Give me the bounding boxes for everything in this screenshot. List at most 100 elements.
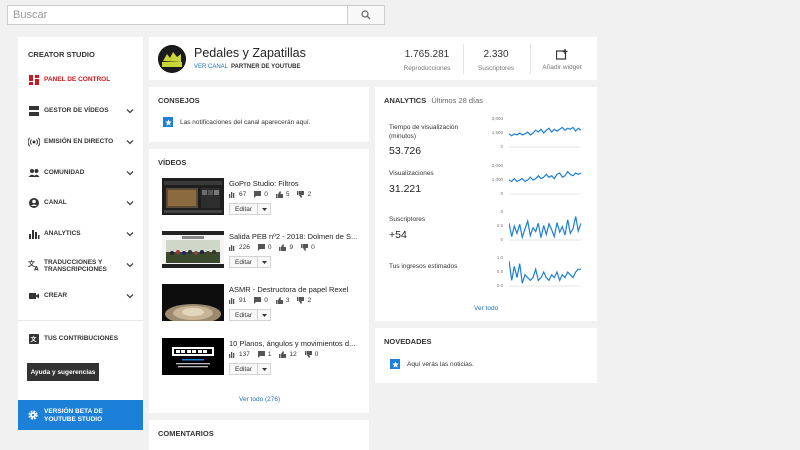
sidebar-item-channel[interactable]: CANAL bbox=[18, 196, 143, 210]
sidebar-item-dashboard[interactable]: PANEL DE CONTROL bbox=[18, 73, 143, 87]
comments-title: COMENTARIOS bbox=[158, 429, 214, 438]
view-channel-link[interactable]: VER CANAL bbox=[194, 64, 228, 70]
video-stats: 67 0 5 2 bbox=[229, 191, 311, 198]
views-value: 1.765.281 bbox=[404, 49, 450, 60]
edit-button[interactable]: Editar bbox=[229, 256, 258, 268]
search-input[interactable] bbox=[7, 5, 347, 25]
star-icon bbox=[390, 359, 400, 369]
add-widget-icon bbox=[556, 49, 568, 60]
sparkline-tick-label: 0 bbox=[500, 144, 503, 149]
chevron-down-icon bbox=[126, 201, 134, 206]
video-title[interactable]: 10 Planos, ángulos y movimientos d... bbox=[229, 339, 355, 348]
comments-card: COMENTARIOS bbox=[149, 420, 369, 450]
video-item: ASMR - Destructora de papel Rexel 91 0 3… bbox=[162, 284, 372, 324]
sidebar-item-label: TUS CONTRIBUCIONES bbox=[44, 335, 119, 343]
sparkline-series bbox=[509, 170, 581, 183]
tip-text: Las notificaciones del canal aparecerán … bbox=[180, 118, 311, 126]
svg-text:A: A bbox=[34, 266, 39, 272]
video-thumbnail[interactable] bbox=[162, 338, 224, 375]
edit-group: Editar bbox=[229, 309, 271, 321]
news-text: Aquí verás las noticias. bbox=[407, 360, 474, 368]
thumbs-up-icon bbox=[279, 244, 287, 251]
sparkline-tick-label: 1,500 bbox=[491, 130, 503, 135]
edit-menu-button[interactable] bbox=[258, 203, 271, 215]
sparkline-tick-label: 0.0 bbox=[496, 283, 503, 288]
sidebar-item-label: EMISIÓN EN DIRECTO bbox=[44, 138, 114, 146]
sparkline-tick-label: 0 bbox=[500, 191, 503, 196]
video-title[interactable]: ASMR - Destructora de papel Rexel bbox=[229, 285, 348, 294]
news-title: NOVEDADES bbox=[384, 337, 432, 346]
sidebar-item-create[interactable]: CREAR bbox=[18, 289, 143, 303]
video-title[interactable]: Salida PEB nº2 - 2018: Dolmen de S... bbox=[229, 232, 357, 241]
views-icon bbox=[229, 352, 235, 358]
sidebar-title: CREATOR STUDIO bbox=[28, 50, 95, 59]
analytics-view-all-link[interactable]: Ver todo bbox=[474, 305, 498, 312]
chevron-down-icon bbox=[126, 171, 134, 176]
edit-button[interactable]: Editar bbox=[229, 309, 258, 321]
comment-icon bbox=[254, 297, 262, 304]
channel-header: Pedales y Zapatillas VER CANAL PARTNER D… bbox=[149, 37, 597, 80]
sidebar-item-contributions[interactable]: 文 TUS CONTRIBUCIONES bbox=[18, 332, 143, 346]
views-icon bbox=[229, 245, 235, 251]
add-widget-button[interactable]: Añadir widget bbox=[532, 49, 592, 71]
sparkline-tick-label: 2.5 bbox=[496, 223, 503, 228]
channel-logo-icon bbox=[158, 45, 186, 73]
video-item: Salida PEB nº2 - 2018: Dolmen de S... 22… bbox=[162, 231, 372, 271]
sidebar-item-community[interactable]: COMUNIDAD bbox=[18, 166, 143, 180]
comment-icon bbox=[257, 351, 265, 358]
thumbs-up-icon bbox=[279, 351, 287, 358]
search-button[interactable] bbox=[347, 5, 385, 25]
add-widget-label: Añadir widget bbox=[542, 64, 582, 71]
sparkline-tick-label: 0 bbox=[500, 237, 503, 242]
edit-menu-button[interactable] bbox=[258, 309, 271, 321]
edit-menu-button[interactable] bbox=[258, 363, 271, 375]
comment-icon bbox=[257, 244, 265, 251]
sidebar-item-translations[interactable]: 文A TRADUCCIONES Y TRANSCRIPCIONES bbox=[18, 258, 143, 274]
sparkline-tick-label: 1,000 bbox=[491, 177, 503, 182]
video-thumbnail[interactable] bbox=[162, 284, 224, 321]
sparkline-chart bbox=[509, 170, 581, 195]
video-stats: 137 1 12 0 bbox=[229, 351, 318, 358]
analytics-period: Últimos 28 días bbox=[431, 96, 484, 105]
sidebar-item-analytics[interactable]: ANALYTICS bbox=[18, 227, 143, 241]
gear-icon bbox=[28, 410, 38, 420]
thumbs-down-icon bbox=[301, 244, 309, 251]
live-icon bbox=[28, 137, 40, 147]
metric-value: 53.726 bbox=[389, 145, 422, 157]
contributions-icon: 文 bbox=[29, 334, 39, 344]
video-title[interactable]: GoPro Studio: Filtros bbox=[229, 179, 299, 188]
studio-beta-button[interactable]: VERSIÓN BETA DE YOUTUBE STUDIO bbox=[18, 400, 143, 430]
videos-view-all-link[interactable]: Ver todo (276) bbox=[239, 396, 280, 403]
video-thumbnail[interactable] bbox=[162, 231, 224, 268]
sidebar-item-live[interactable]: EMISIÓN EN DIRECTO bbox=[18, 135, 143, 149]
sparkline-series bbox=[509, 126, 581, 137]
stat-divider bbox=[463, 44, 464, 74]
sparkline-tick-label: 5 bbox=[500, 209, 503, 214]
tips-title: CONSEJOS bbox=[158, 96, 200, 105]
metric-label: Tus ingresos estimados bbox=[389, 263, 458, 270]
edit-button[interactable]: Editar bbox=[229, 363, 258, 375]
views-icon bbox=[229, 298, 235, 304]
caret-down-icon bbox=[261, 313, 267, 317]
analytics-card: ANALYTICS Últimos 28 días Tiempo de visu… bbox=[375, 87, 597, 321]
help-feedback-button[interactable]: Ayuda y sugerencias bbox=[27, 363, 99, 381]
metric-value: 31.221 bbox=[389, 183, 422, 195]
sparkline-tick-label: 3,000 bbox=[491, 116, 503, 121]
metric-value: +54 bbox=[389, 229, 407, 241]
sparkline-tick-label: 2,000 bbox=[491, 163, 503, 168]
video-thumbnail[interactable] bbox=[162, 178, 224, 215]
video-item: 10 Planos, ángulos y movimientos d... 13… bbox=[162, 338, 372, 378]
sidebar-item-label: TRADUCCIONES Y TRANSCRIPCIONES bbox=[44, 258, 107, 274]
analytics-title: ANALYTICS Últimos 28 días bbox=[384, 96, 484, 105]
views-icon bbox=[229, 192, 235, 198]
channel-name: Pedales y Zapatillas bbox=[194, 46, 306, 60]
sparkline-tick-label: 0.5 bbox=[496, 269, 503, 274]
sparkline-chart bbox=[509, 126, 581, 148]
thumbs-down-icon bbox=[297, 191, 305, 198]
video-stats: 91 0 3 2 bbox=[229, 297, 311, 304]
avatar[interactable] bbox=[158, 45, 186, 73]
edit-group: Editar bbox=[229, 363, 271, 375]
sidebar-item-video-manager[interactable]: GESTOR DE VÍDEOS bbox=[18, 104, 143, 118]
edit-button[interactable]: Editar bbox=[229, 203, 258, 215]
edit-menu-button[interactable] bbox=[258, 256, 271, 268]
